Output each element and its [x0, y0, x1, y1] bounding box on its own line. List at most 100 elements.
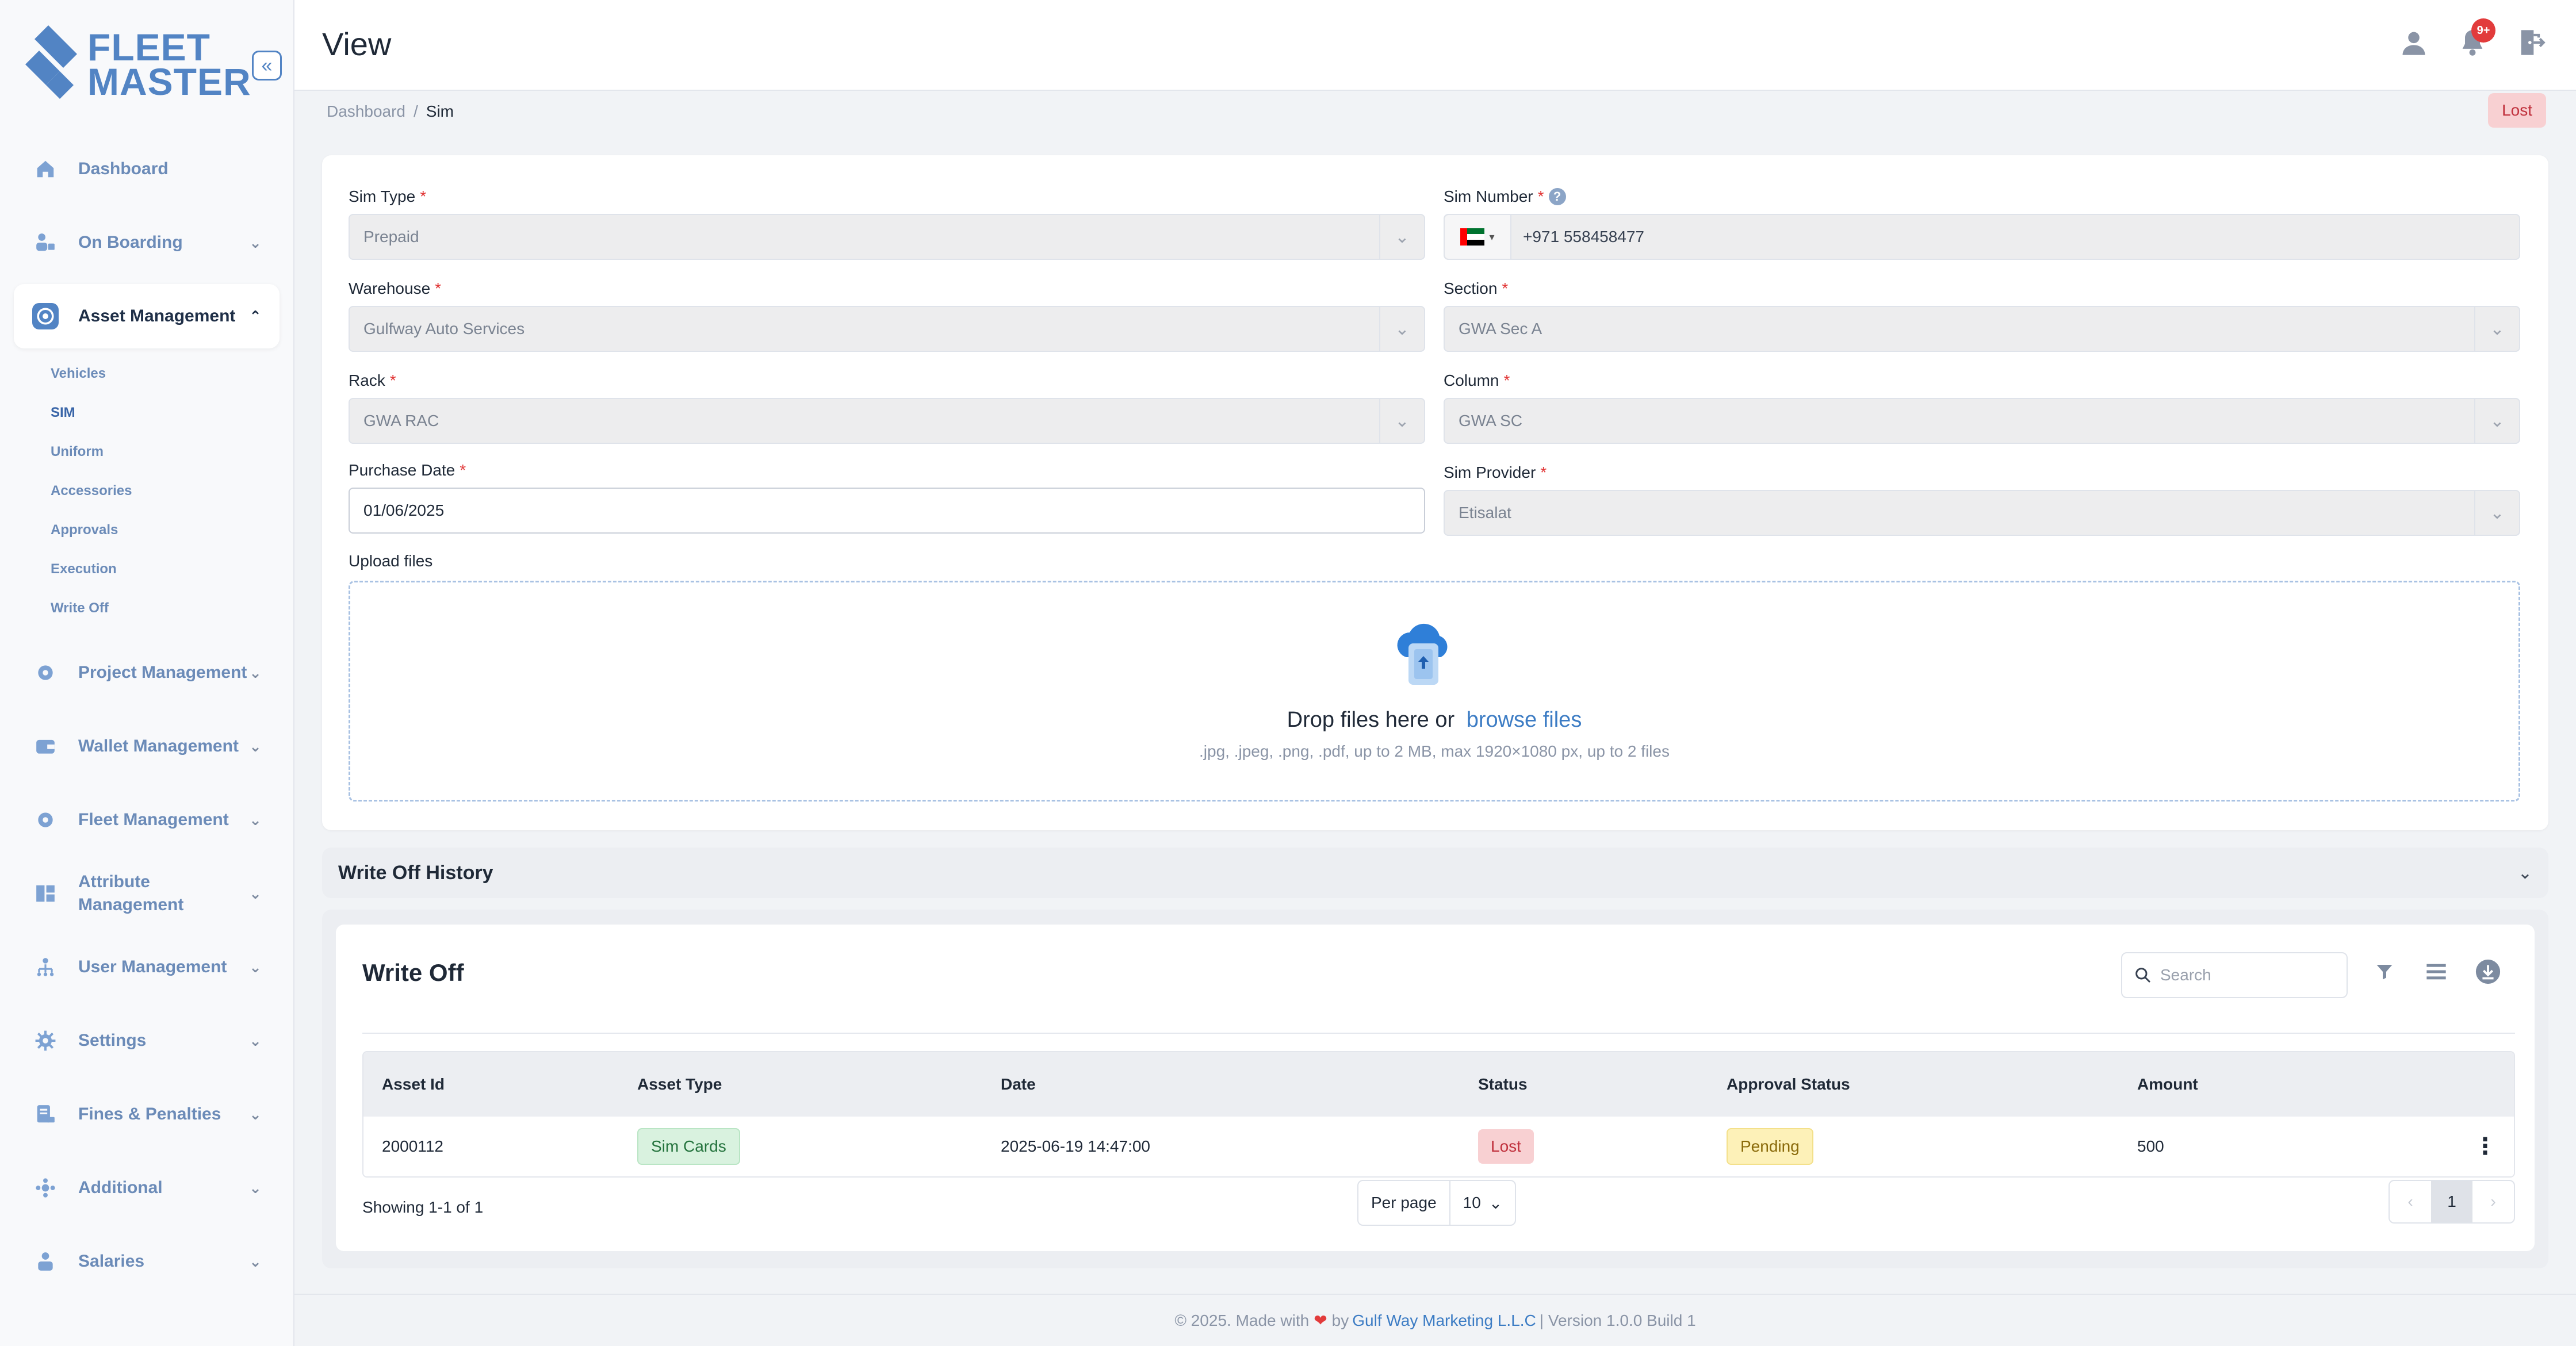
logout-icon[interactable]	[2516, 28, 2546, 57]
search-icon	[2135, 968, 2151, 983]
column-header-asset-id[interactable]: Asset Id	[363, 1075, 619, 1094]
sidebar-item-wallet-management[interactable]: Wallet Management ⌄	[14, 714, 280, 779]
sidebar-item-on-boarding[interactable]: On Boarding ⌄	[14, 210, 280, 275]
dropzone-prompt-text: Drop files here or	[1287, 708, 1455, 732]
sidebar-collapse-button[interactable]: «	[252, 51, 282, 80]
top-bar-actions: 9+	[2399, 18, 2546, 57]
wallet-icon	[32, 733, 59, 760]
sidebar-item-settings[interactable]: Settings ⌄	[14, 1008, 280, 1073]
warehouse-select[interactable]: Gulfway Auto Services ⌄	[349, 306, 1425, 352]
table-row[interactable]: 2000112 Sim Cards 2025-06-19 14:47:00 Lo…	[363, 1117, 2514, 1176]
sidebar-subitem-vehicles[interactable]: Vehicles	[51, 354, 280, 393]
sidebar-item-project-management[interactable]: Project Management ⌄	[14, 641, 280, 705]
top-bar: View 9+	[294, 0, 2576, 91]
page-number-button[interactable]: 1	[2431, 1181, 2472, 1222]
section-label: Section *	[1444, 277, 2520, 300]
sidebar-item-dashboard[interactable]: Dashboard	[14, 137, 280, 201]
footer-by: by	[1331, 1311, 1349, 1329]
required-mark: *	[1537, 187, 1544, 205]
sidebar-subitem-execution[interactable]: Execution	[51, 550, 280, 589]
country-flag-select[interactable]: ▾	[1445, 215, 1511, 259]
search-input[interactable]: Search	[2121, 952, 2348, 998]
prev-page-chevron-left-icon[interactable]: ‹	[2390, 1181, 2431, 1222]
chevron-down-icon: ⌄	[249, 884, 262, 902]
required-mark: *	[1503, 371, 1510, 389]
purchase-date-input[interactable]: 01/06/2025	[349, 488, 1425, 534]
gear-icon	[32, 1027, 59, 1054]
section-select[interactable]: GWA Sec A ⌄	[1444, 306, 2520, 352]
label-text: Sim Type	[349, 187, 416, 205]
download-icon[interactable]	[2474, 958, 2502, 985]
column-header-date[interactable]: Date	[982, 1075, 1460, 1094]
dropzone-hint: .jpg, .jpeg, .png, .pdf, up to 2 MB, max…	[1199, 742, 1670, 760]
label-text: Section	[1444, 279, 1498, 297]
label-text: Sim Provider	[1444, 463, 1536, 481]
sidebar-item-label: Salaries	[78, 1252, 145, 1271]
warehouse-value: Gulfway Auto Services	[363, 320, 525, 338]
sidebar-item-label: Wallet Management	[78, 737, 239, 756]
main-content: View 9+ Dashboard / Sim Lost Sim Type * …	[294, 0, 2576, 1346]
sidebar-item-salaries[interactable]: Salaries ⌄	[14, 1229, 280, 1294]
pagination: ‹ 1 ›	[2389, 1180, 2515, 1224]
fleet-icon	[32, 807, 59, 833]
sidebar-subitem-uniform[interactable]: Uniform	[51, 432, 280, 471]
sidebar-subitem-write-off[interactable]: Write Off	[51, 589, 280, 628]
breadcrumb-current: Sim	[426, 102, 454, 120]
sim-provider-select[interactable]: Etisalat ⌄	[1444, 490, 2520, 536]
sidebar-item-asset-management[interactable]: Asset Management ⌃	[14, 284, 280, 348]
sidebar-subitem-approvals[interactable]: Approvals	[51, 511, 280, 550]
rack-select[interactable]: GWA RAC ⌄	[349, 398, 1425, 444]
cell-amount: 500	[2137, 1137, 2164, 1155]
write-off-history-accordion[interactable]: Write Off History ⌄	[322, 848, 2548, 898]
sidebar-subitem-accessories[interactable]: Accessories	[51, 471, 280, 511]
cell-asset-type: Sim Cards	[619, 1128, 982, 1165]
browse-files-link[interactable]: browse files	[1467, 708, 1582, 732]
columns-list-icon[interactable]	[2422, 958, 2450, 985]
help-icon[interactable]: ?	[1548, 188, 1566, 205]
fleet-master-logo-icon	[25, 25, 77, 99]
sidebar-item-label: Fleet Management	[78, 810, 229, 829]
column-header-approval-status[interactable]: Approval Status	[1708, 1075, 2119, 1094]
app-root: FLEET MASTER « Dashboard On Boarding ⌄ A…	[0, 0, 2576, 1346]
column-header-status[interactable]: Status	[1460, 1075, 1708, 1094]
breadcrumb-dashboard-link[interactable]: Dashboard	[327, 102, 405, 121]
bell-icon[interactable]: 9+	[2458, 18, 2495, 57]
column-header-asset-type[interactable]: Asset Type	[619, 1075, 982, 1094]
per-page-select[interactable]: Per page 10 ⌄	[1357, 1180, 1517, 1226]
page-title: View	[322, 26, 392, 62]
dropzone-prompt: Drop files here or browse files	[350, 708, 2518, 733]
section-field: Section * GWA Sec A ⌄	[1444, 277, 2520, 352]
file-dropzone[interactable]: Drop files here or browse files .jpg, .j…	[349, 581, 2520, 802]
chevron-down-icon: ⌄	[1379, 215, 1424, 259]
label-text: Column	[1444, 371, 1499, 389]
notification-badge: 9+	[2471, 18, 2495, 43]
next-page-chevron-right-icon[interactable]: ›	[2472, 1181, 2514, 1222]
per-page-value: 10	[1463, 1194, 1481, 1211]
sidebar-item-fleet-management[interactable]: Fleet Management ⌄	[14, 788, 280, 852]
sidebar-item-label: Asset Management	[78, 306, 236, 325]
filter-icon[interactable]	[2371, 958, 2398, 985]
sim-type-select[interactable]: Prepaid ⌄	[349, 214, 1425, 260]
label-text: Purchase Date	[349, 461, 456, 479]
sidebar-item-additional[interactable]: Additional ⌄	[14, 1156, 280, 1220]
per-page-value-wrap: 10 ⌄	[1450, 1194, 1515, 1213]
row-actions-kebab-icon[interactable]: ⋮	[2474, 1133, 2497, 1160]
column-header-amount[interactable]: Amount	[2119, 1075, 2514, 1094]
sidebar-item-fines-penalties[interactable]: Fines & Penalties ⌄	[14, 1082, 280, 1146]
brand-logo[interactable]: FLEET MASTER	[25, 25, 251, 103]
purchase-date-label: Purchase Date *	[349, 459, 1425, 482]
per-page-label: Per page	[1358, 1181, 1450, 1225]
cell-approval-status: Pending	[1708, 1128, 2119, 1165]
company-link[interactable]: Gulf Way Marketing L.L.C	[1352, 1312, 1536, 1330]
sidebar-item-attribute-management[interactable]: Attribute Management ⌄	[14, 861, 280, 926]
uae-flag-icon	[1460, 228, 1485, 246]
user-icon[interactable]	[2399, 28, 2429, 57]
sim-type-field: Sim Type * Prepaid ⌄	[349, 185, 1425, 260]
column-select[interactable]: GWA SC ⌄	[1444, 398, 2520, 444]
sidebar-item-user-management[interactable]: User Management ⌄	[14, 935, 280, 999]
column-field: Column * GWA SC ⌄	[1444, 369, 2520, 444]
sim-number-input[interactable]: ▾ +971 558458477	[1444, 214, 2520, 260]
sidebar-subitem-sim[interactable]: SIM	[51, 393, 280, 432]
label-text: Rack	[349, 371, 385, 389]
chevron-down-icon: ⌄	[1379, 307, 1424, 351]
